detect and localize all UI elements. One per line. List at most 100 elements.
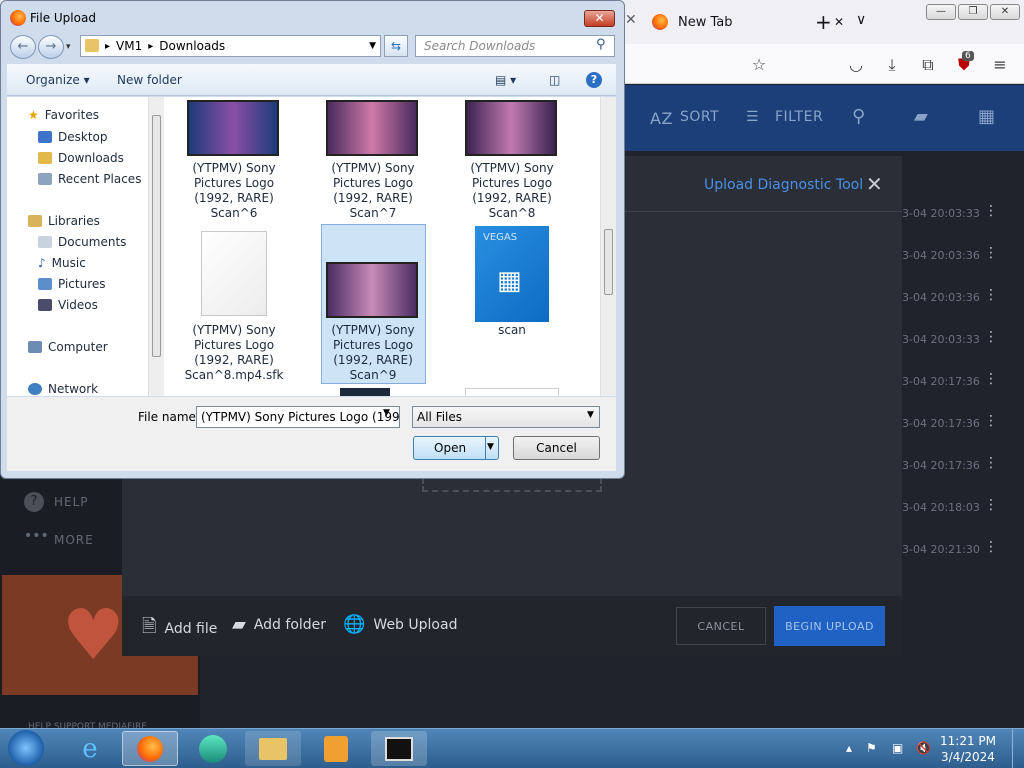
nav-pictures[interactable]: Pictures <box>38 277 106 291</box>
taskbar-firefox[interactable] <box>122 731 178 766</box>
nav-documents[interactable]: Documents <box>38 235 126 249</box>
row-menu-icon[interactable]: ⋮ <box>984 539 998 555</box>
document-icon[interactable] <box>201 231 267 316</box>
video-thumbnail[interactable] <box>326 100 418 156</box>
row-menu-icon[interactable]: ⋮ <box>984 203 998 219</box>
search-icon[interactable]: ⚲ <box>596 37 606 52</box>
dialog-close-button[interactable]: ✕ <box>584 10 615 27</box>
back-button[interactable]: ← <box>10 35 36 59</box>
file-name-dropdown-icon[interactable]: ▼ <box>383 408 390 418</box>
system-clock[interactable]: 11:21 PM 3/4/2024 <box>940 733 996 765</box>
modal-cancel-button[interactable]: CANCEL <box>676 607 766 645</box>
taskbar-app[interactable] <box>185 731 241 766</box>
action-center-icon[interactable]: ⚑ <box>866 741 877 755</box>
file-item-scan6[interactable]: (YTPMV) Sony Pictures Logo (1992, RARE) … <box>179 161 289 221</box>
video-thumbnail[interactable] <box>326 262 418 318</box>
nav-videos[interactable]: Videos <box>38 298 98 312</box>
new-folder-icon[interactable]: ▰ <box>914 106 928 127</box>
sidebar-more[interactable]: MORE <box>54 533 94 547</box>
file-item-scan[interactable]: scan <box>457 323 567 338</box>
network-tray-icon[interactable]: ▣ <box>892 741 903 755</box>
video-thumbnail[interactable] <box>465 100 557 156</box>
tray-expand-icon[interactable]: ▴ <box>846 741 852 755</box>
address-dropdown-icon[interactable]: ▼ <box>369 41 376 51</box>
organize-button[interactable]: Organize ▾ <box>26 73 90 87</box>
nav-scroll-thumb[interactable] <box>152 115 161 357</box>
start-button[interactable] <box>8 730 44 766</box>
open-dropdown-icon[interactable]: ▼ <box>487 442 494 452</box>
file-type-dropdown-icon[interactable]: ▼ <box>587 410 594 420</box>
extensions-icon[interactable]: ⧉ <box>918 55 938 75</box>
row-menu-icon[interactable]: ⋮ <box>984 413 998 429</box>
nav-libraries[interactable]: Libraries <box>28 214 100 228</box>
preview-pane-icon[interactable]: ◫ <box>549 73 560 87</box>
begin-upload-button[interactable]: BEGIN UPLOAD <box>774 606 885 646</box>
file-item-scan7[interactable]: (YTPMV) Sony Pictures Logo (1992, RARE) … <box>318 161 428 221</box>
list-tabs-button[interactable]: ∨ <box>856 12 866 28</box>
tab-close-prev[interactable]: ✕ <box>625 12 637 28</box>
nav-computer[interactable]: Computer <box>28 340 108 354</box>
close-window-button[interactable]: ✕ <box>990 4 1020 20</box>
recent-locations-icon[interactable]: ▾ <box>66 42 71 52</box>
file-name-line: Pictures Logo <box>332 176 414 190</box>
files-scroll-thumb[interactable] <box>604 229 613 295</box>
nav-desktop[interactable]: Desktop <box>38 130 108 144</box>
taskbar-explorer[interactable] <box>245 731 301 766</box>
nav-downloads[interactable]: Downloads <box>38 151 124 165</box>
nav-label: Favorites <box>44 108 99 122</box>
nav-recent[interactable]: Recent Places <box>38 172 141 186</box>
nav-scrollbar[interactable] <box>148 97 164 396</box>
grid-view-icon[interactable]: ▦ <box>978 106 996 127</box>
upload-diagnostic-link[interactable]: Upload Diagnostic Tool <box>704 177 863 193</box>
view-options-icon[interactable]: ▤ ▾ <box>495 73 516 87</box>
sidebar-help[interactable]: HELP <box>54 495 89 509</box>
file-name-input[interactable]: (YTPMV) Sony Pictures Logo (1992 <box>196 406 400 428</box>
row-menu-icon[interactable]: ⋮ <box>984 329 998 345</box>
row-menu-icon[interactable]: ⋮ <box>984 371 998 387</box>
file-type-select[interactable]: All Files <box>412 406 600 428</box>
filter-button[interactable]: FILTER <box>775 109 823 125</box>
globe-icon: 🌐 <box>343 614 366 635</box>
nav-network[interactable]: Network <box>28 382 98 396</box>
refresh-icon[interactable]: ⇆ <box>384 35 408 57</box>
pocket-icon[interactable]: ◡ <box>846 55 866 75</box>
help-icon[interactable]: ? <box>586 72 602 88</box>
taskbar-vegas[interactable] <box>371 731 427 766</box>
vegas-project-icon[interactable]: VEGAS ▦ <box>475 226 549 322</box>
web-upload-button[interactable]: 🌐 Web Upload <box>343 614 457 635</box>
forward-button[interactable]: → <box>38 35 64 59</box>
sort-button[interactable]: SORT <box>680 109 719 125</box>
nav-favorites[interactable]: ★ Favorites <box>28 108 99 122</box>
tab-close-icon[interactable]: ✕ <box>834 15 844 29</box>
add-folder-button[interactable]: ▰ Add folder <box>232 614 326 635</box>
row-menu-icon[interactable]: ⋮ <box>984 287 998 303</box>
menu-icon[interactable]: ≡ <box>990 55 1010 75</box>
file-item-scan9[interactable]: (YTPMV) Sony Pictures Logo (1992, RARE) … <box>318 323 428 383</box>
file-item-sfk[interactable]: (YTPMV) Sony Pictures Logo (1992, RARE) … <box>179 323 289 383</box>
file-item-scan8[interactable]: (YTPMV) Sony Pictures Logo (1992, RARE) … <box>457 161 567 221</box>
new-tab-button[interactable]: + <box>815 10 832 34</box>
downloads-icon[interactable]: ⤓ <box>882 55 902 75</box>
show-desktop-button[interactable] <box>1012 729 1024 768</box>
taskbar-ie[interactable]: e <box>62 731 118 766</box>
taskbar-media-player[interactable] <box>308 731 364 766</box>
address-bar[interactable]: ▸ VM1 ▸ Downloads ▼ <box>80 35 381 57</box>
bookmark-star-icon[interactable]: ☆ <box>749 55 769 75</box>
volume-muted-icon[interactable]: 🔇 <box>916 741 931 755</box>
row-menu-icon[interactable]: ⋮ <box>984 497 998 513</box>
add-file-button[interactable]: 🗎 Add file <box>142 614 217 644</box>
nav-music[interactable]: ♪ Music <box>38 256 86 270</box>
search-input[interactable]: Search Downloads <box>415 35 615 57</box>
new-folder-button[interactable]: New folder <box>117 73 182 87</box>
modal-close-icon[interactable]: ✕ <box>866 172 883 196</box>
breadcrumb-vm1[interactable]: VM1 <box>116 39 142 53</box>
maximize-button[interactable]: ❐ <box>958 4 988 20</box>
breadcrumb-downloads[interactable]: Downloads <box>159 39 225 53</box>
minimize-button[interactable]: — <box>926 4 956 20</box>
files-scrollbar[interactable] <box>600 97 616 396</box>
search-icon[interactable]: ⚲ <box>852 106 866 127</box>
row-menu-icon[interactable]: ⋮ <box>984 455 998 471</box>
video-thumbnail[interactable] <box>187 100 279 156</box>
row-menu-icon[interactable]: ⋮ <box>984 245 998 261</box>
cancel-button[interactable]: Cancel <box>513 436 600 460</box>
